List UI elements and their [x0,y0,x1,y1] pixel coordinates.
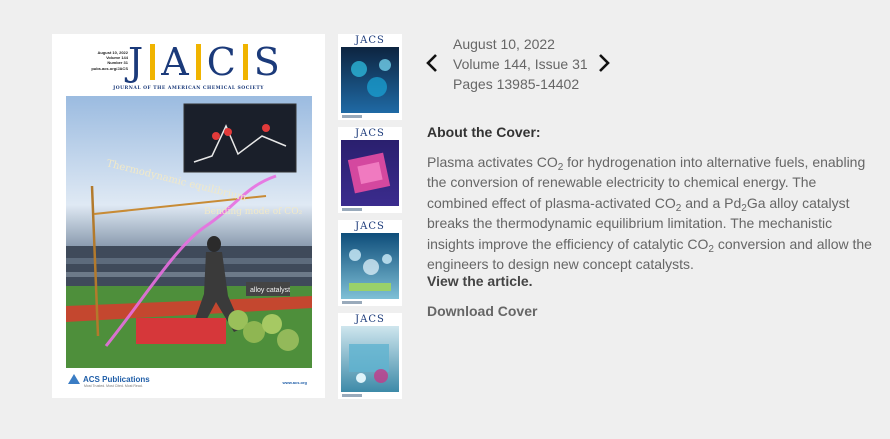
logo-letter: C [206,40,237,84]
athlete-head [207,236,221,252]
main-cover-image[interactable]: August 10, 2022 Volume 144 Number 31 pub… [52,34,325,398]
logo-letter: A [161,40,190,84]
cover-thumbnail[interactable]: JACS [338,34,402,120]
cover-footer: ACS Publications Most Trusted. Most Cite… [52,368,325,398]
bending-mode-label: Bending mode of CO₂ [204,207,303,217]
logo-letter: J [128,40,145,84]
cover-thumbnail[interactable]: JACS [338,313,402,399]
alloy-catalyst-label: alloy catalyst [250,287,290,294]
logo-letter: S [253,40,281,84]
view-article-link[interactable]: View the article. [427,273,533,289]
thumbnail-art-svg [349,344,389,383]
cover-artwork: alloy catalyst Thermodynamic equilibrium… [66,96,312,368]
thumbnail-art-svg [347,152,391,194]
acs-publications-label: ACS Publications [83,374,150,384]
cover-thumbnail[interactable]: JACS [338,127,402,213]
stands-tier [66,272,312,277]
thumbnail-footer [342,208,362,211]
thumbnail-art [341,233,399,299]
thumbnail-title: JACS [355,35,385,46]
journal-full-name: JOURNAL OF THE AMERICAN CHEMICAL SOCIETY [113,86,264,91]
acs-logo: ACS Publications [68,374,150,384]
thumbnail-art [341,326,399,392]
scoreboard [183,103,297,173]
issue-date: August 10, 2022 [453,36,555,52]
about-cover-text: Plasma activates CO2 for hydrogenation i… [427,152,879,274]
thumbnail-art [341,47,399,113]
acs-triangle-icon [68,374,80,384]
cover-meta-url: pubs.acs.org/JACS [91,65,128,71]
chevron-left-icon [426,54,437,72]
thumbnail-art [341,140,399,206]
about-text-part: and a Pd [681,194,742,211]
next-issue-button[interactable] [596,52,612,74]
about-text-part: Plasma activates CO [427,154,558,170]
thumbnail-art-svg [349,249,392,291]
acs-tagline: Most Trusted. Most Cited. Most Read. [84,384,143,388]
thumbnail-title: JACS [355,221,385,232]
thumbnail-title: JACS [355,314,385,325]
thumbnail-footer [342,301,362,304]
catalyst-cluster [277,329,299,351]
thumbnail-footer [342,115,362,118]
cover-meta: August 10, 2022 Volume 144 Number 31 pub… [76,50,128,71]
download-cover-link[interactable]: Download Cover [427,303,537,319]
issue-info: August 10, 2022 Volume 144, Issue 31 Pag… [453,34,588,94]
catalyst-cluster [243,321,265,343]
about-cover-heading: About the Cover: [427,124,541,140]
issue-volume: Volume 144, Issue 31 [453,56,588,72]
catalyst-cluster [262,314,282,334]
previous-issue-button[interactable] [424,52,440,74]
molecule [212,132,220,140]
thumbnail-footer [342,394,362,397]
cover-thumbnail[interactable]: JACS [338,220,402,306]
thumbnail-title: JACS [355,128,385,139]
issue-pages: Pages 13985-14402 [453,76,580,92]
acs-site-url: www.acs.org [282,380,307,385]
stadium-stands [66,246,312,286]
molecule [224,128,232,136]
jacs-logo: JACS [128,40,281,84]
chevron-right-icon [599,54,610,72]
stands-tier [66,258,312,264]
cover-artwork-svg: alloy catalyst Thermodynamic equilibrium… [66,103,312,368]
molecule [262,124,270,132]
landing-mat [136,318,226,344]
thumbnail-art-svg [351,59,391,97]
